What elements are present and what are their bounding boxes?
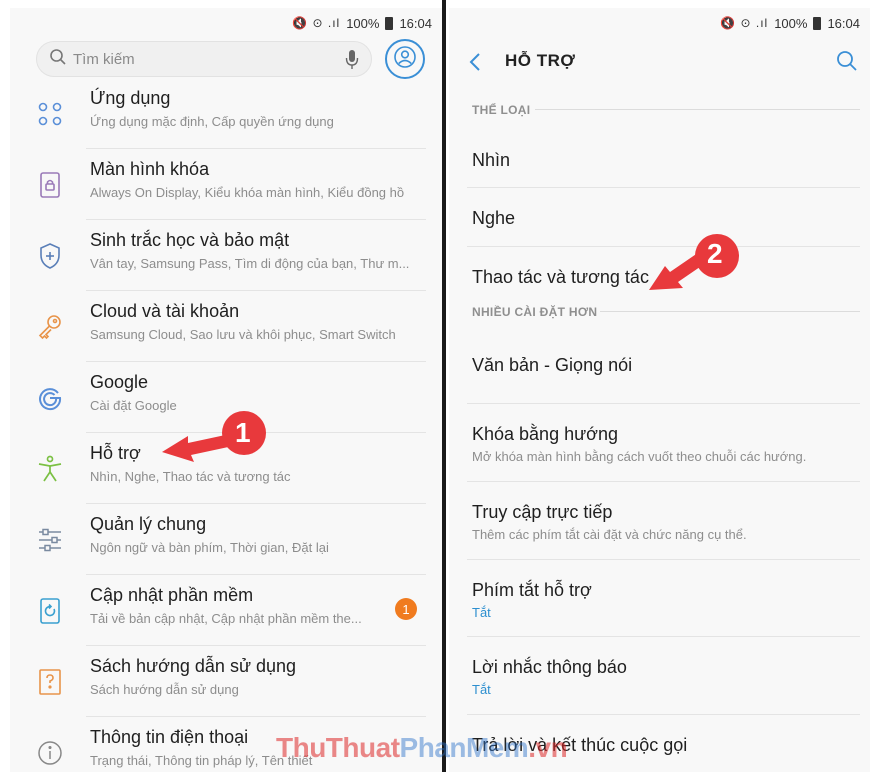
item-subtitle: Samsung Cloud, Sao lưu và khôi phục, Sma… bbox=[90, 327, 396, 342]
item-subtitle: Sách hướng dẫn sử dụng bbox=[90, 682, 239, 697]
search-placeholder: Tìm kiếm bbox=[73, 50, 135, 68]
settings-item-user-manual[interactable]: Sách hướng dẫn sử dụng Sách hướng dẫn sử… bbox=[10, 646, 442, 717]
battery-level: 100% bbox=[774, 15, 808, 31]
item-title: Nhìn bbox=[472, 150, 511, 170]
section-line bbox=[600, 311, 860, 312]
screen-divider bbox=[442, 0, 446, 772]
menu-item-accessibility-shortcut[interactable]: Phím tắt hỗ trợ Tắt bbox=[449, 560, 870, 637]
section-title: NHIỀU CÀI ĐẶT HƠN bbox=[472, 305, 598, 319]
item-title: Sách hướng dẫn sử dụng bbox=[90, 656, 297, 676]
menu-item-direct-access[interactable]: Truy cập trực tiếp Thêm các phím tắt cài… bbox=[449, 482, 870, 560]
settings-item-software-update[interactable]: Cập nhật phần mềm Tải về bản cập nhật, C… bbox=[10, 575, 442, 646]
battery-level: 100% bbox=[346, 15, 380, 31]
item-subtitle: Vân tay, Samsung Pass, Tìm di động của b… bbox=[90, 256, 410, 271]
google-icon bbox=[36, 384, 64, 412]
item-title: Thông tin điện thoại bbox=[90, 727, 249, 747]
battery-icon bbox=[813, 16, 822, 30]
watermark-part-2: PhanMem bbox=[399, 732, 529, 763]
update-count-badge: 1 bbox=[395, 598, 417, 620]
watermark-part-1: ThuThuat bbox=[276, 732, 400, 763]
item-title: Màn hình khóa bbox=[90, 159, 210, 179]
section-header-more-settings: NHIỀU CÀI ĐẶT HƠN bbox=[449, 297, 870, 335]
status-bar: 🔇 ⊙ .ıl 100% 16:04 bbox=[449, 8, 870, 38]
item-title: Lời nhắc thông báo bbox=[472, 657, 627, 677]
microphone-icon[interactable] bbox=[345, 49, 359, 76]
item-title: Quản lý chung bbox=[90, 514, 207, 534]
item-title: Hỗ trợ bbox=[90, 443, 141, 463]
item-title: Google bbox=[90, 372, 149, 392]
item-title: Cloud và tài khoản bbox=[90, 301, 240, 321]
clock: 16:04 bbox=[827, 15, 860, 31]
item-subtitle: Mở khóa màn hình bằng cách vuốt theo chu… bbox=[472, 449, 807, 464]
item-status: Tắt bbox=[472, 605, 491, 620]
section-header-category: THỂ LOẠI bbox=[449, 86, 870, 130]
clock: 16:04 bbox=[399, 15, 432, 31]
settings-item-lock-screen[interactable]: Màn hình khóa Always On Display, Kiểu kh… bbox=[10, 149, 442, 220]
item-subtitle: Tải về bản cập nhật, Cập nhật phần mềm t… bbox=[90, 611, 362, 626]
item-title: Nghe bbox=[472, 208, 516, 228]
section-title: THỂ LOẠI bbox=[472, 103, 531, 117]
item-title: Khóa bằng hướng bbox=[472, 424, 618, 444]
menu-item-direction-lock[interactable]: Khóa bằng hướng Mở khóa màn hình bằng cá… bbox=[449, 404, 870, 482]
key-icon bbox=[36, 313, 64, 341]
settings-item-biometrics-security[interactable]: Sinh trắc học và bảo mật Vân tay, Samsun… bbox=[10, 220, 442, 291]
settings-item-general-management[interactable]: Quản lý chung Ngôn ngữ và bàn phím, Thời… bbox=[10, 504, 442, 575]
lock-screen-icon bbox=[36, 171, 64, 199]
item-title: Ứng dụng bbox=[90, 88, 171, 108]
manual-icon bbox=[36, 668, 64, 696]
item-title: Phím tắt hỗ trợ bbox=[472, 580, 592, 600]
search-input[interactable]: Tìm kiếm bbox=[36, 41, 372, 77]
sliders-icon bbox=[36, 526, 64, 554]
watermark-part-3: .vn bbox=[528, 732, 568, 763]
watermark: ThuThuatPhanMem.vn bbox=[276, 732, 568, 764]
item-subtitle: Nhìn, Nghe, Thao tác và tương tác bbox=[90, 469, 291, 484]
back-arrow-icon[interactable] bbox=[467, 51, 483, 78]
status-icons: 🔇 ⊙ .ıl bbox=[720, 16, 769, 30]
search-icon[interactable] bbox=[836, 50, 858, 77]
settings-item-apps[interactable]: Ứng dụng Ứng dụng mặc định, Cấp quyền ứn… bbox=[10, 78, 442, 149]
status-bar: 🔇 ⊙ .ıl 100% 16:04 bbox=[10, 8, 442, 38]
menu-item-notification-reminder[interactable]: Lời nhắc thông báo Tắt bbox=[449, 637, 870, 715]
update-icon bbox=[36, 597, 64, 625]
item-subtitle: Always On Display, Kiểu khóa màn hình, K… bbox=[90, 185, 405, 200]
annotation-arrow-1 bbox=[162, 411, 266, 462]
search-icon bbox=[49, 48, 67, 71]
item-subtitle: Thêm các phím tắt cài đặt và chức năng c… bbox=[472, 527, 747, 542]
apps-icon bbox=[36, 100, 64, 128]
item-subtitle: Ứng dụng mặc định, Cấp quyền ứng dụng bbox=[90, 114, 334, 129]
section-line bbox=[535, 109, 860, 110]
account-button[interactable] bbox=[385, 39, 425, 79]
item-title: Truy cập trực tiếp bbox=[472, 502, 613, 522]
item-title: Thao tác và tương tác bbox=[472, 267, 649, 287]
person-icon bbox=[393, 45, 417, 74]
settings-item-cloud-accounts[interactable]: Cloud và tài khoản Samsung Cloud, Sao lư… bbox=[10, 291, 442, 362]
menu-item-vision[interactable]: Nhìn bbox=[449, 130, 870, 188]
accessibility-icon bbox=[36, 455, 64, 483]
item-title: Văn bản - Giọng nói bbox=[472, 355, 633, 375]
accessibility-screen: 🔇 ⊙ .ıl 100% 16:04 HỖ TRỢ THỂ LOẠI Nhìn … bbox=[449, 8, 870, 772]
item-status: Tắt bbox=[472, 682, 491, 697]
annotation-number-2: 2 bbox=[707, 238, 723, 269]
page-title: HỖ TRỢ bbox=[505, 51, 576, 70]
annotation-arrow-2 bbox=[649, 234, 739, 290]
item-subtitle: Ngôn ngữ và bàn phím, Thời gian, Đặt lại bbox=[90, 540, 329, 555]
menu-item-text-to-speech[interactable]: Văn bản - Giọng nói bbox=[449, 335, 870, 404]
status-icons: 🔇 ⊙ .ıl bbox=[292, 16, 341, 30]
settings-screen: 🔇 ⊙ .ıl 100% 16:04 Tìm kiếm Ứng dụng Ứng… bbox=[10, 8, 442, 772]
annotation-number-1: 1 bbox=[235, 417, 251, 448]
info-icon bbox=[36, 739, 64, 767]
app-bar: HỖ TRỢ bbox=[449, 38, 870, 86]
shield-icon bbox=[36, 242, 64, 270]
item-title: Cập nhật phần mềm bbox=[90, 585, 254, 605]
item-title: Sinh trắc học và bảo mật bbox=[90, 230, 290, 250]
battery-icon bbox=[385, 16, 394, 30]
